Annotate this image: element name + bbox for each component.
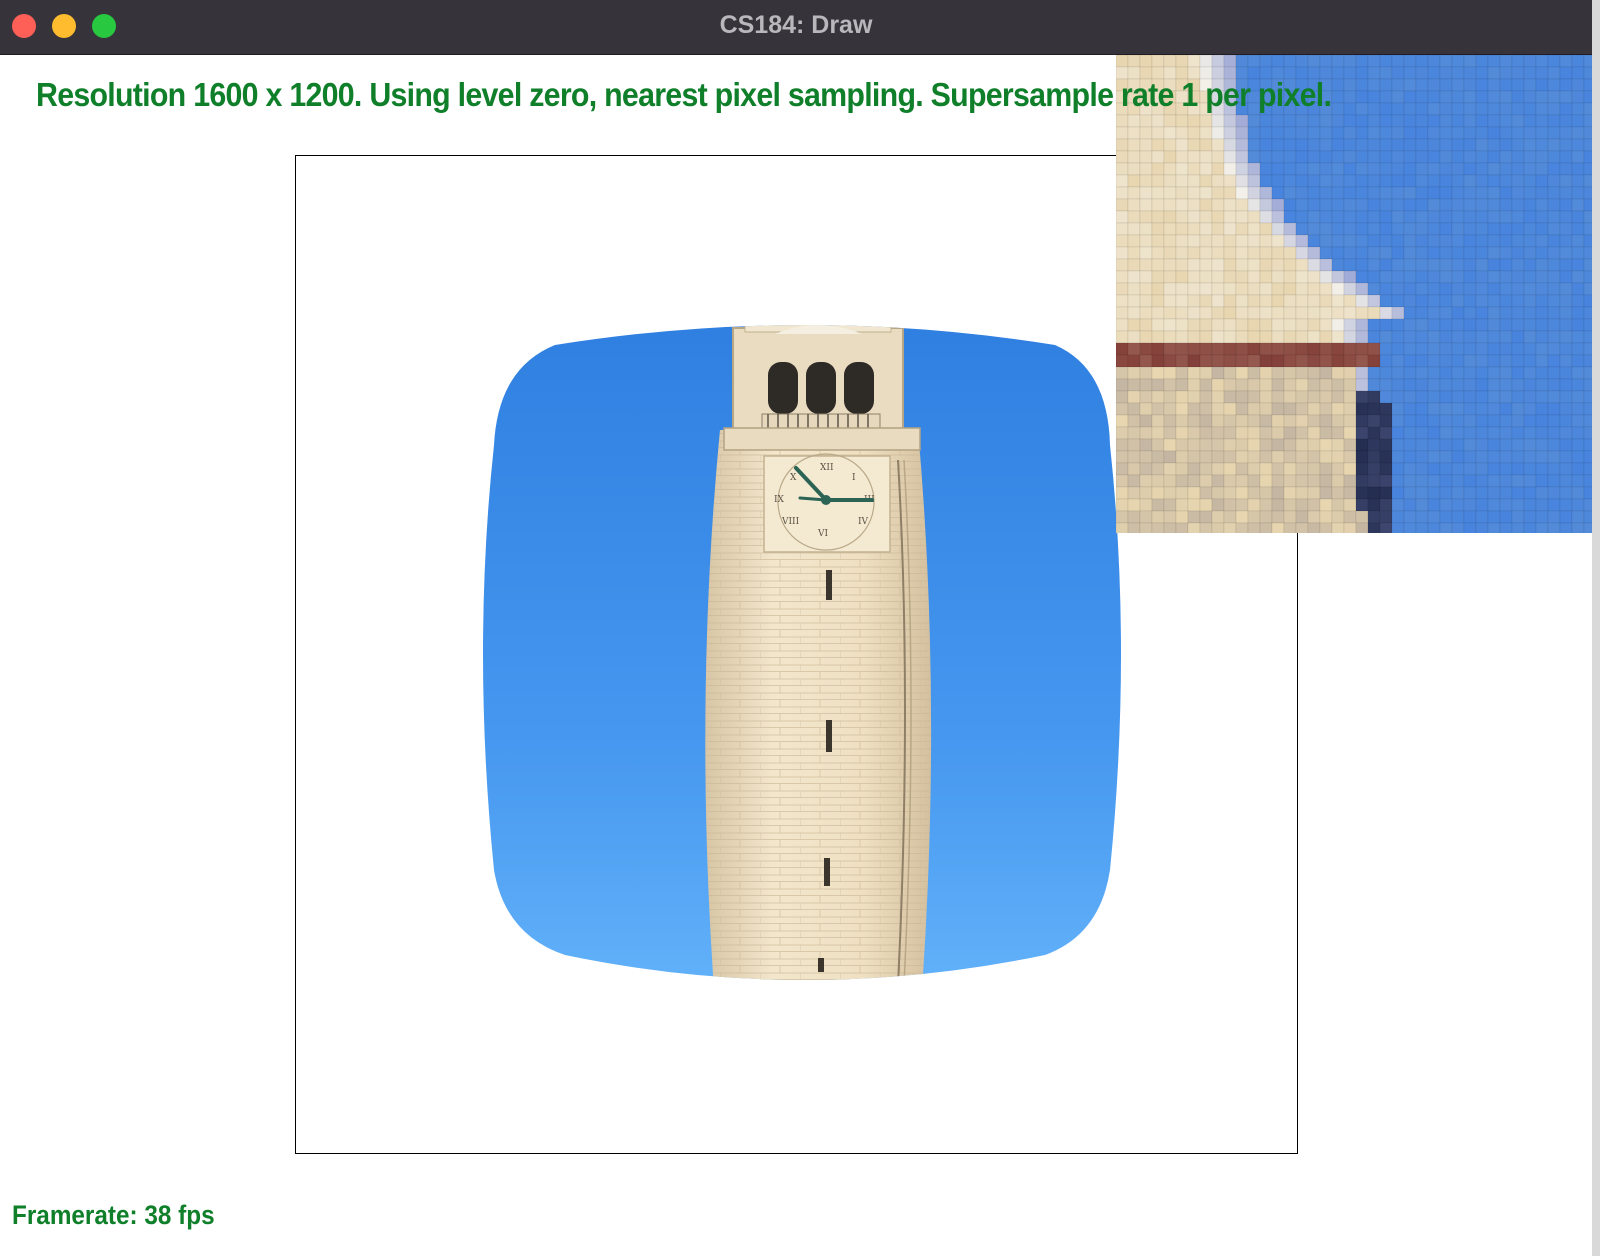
app-window: CS184: Draw XII I X IX VIII VI IV Resolu… [0, 0, 1592, 1256]
svg-text:IV: IV [858, 517, 869, 527]
warped-image: XII I III X IX VIII VI IV [483, 325, 1121, 980]
svg-text:IX: IX [774, 495, 785, 505]
svg-text:XII: XII [820, 463, 834, 473]
pixel-inspector-zoom[interactable] [1116, 55, 1592, 533]
svg-text:X: X [790, 473, 797, 483]
window-edge [1592, 0, 1600, 1256]
framerate-text: Framerate: 38 fps [12, 1200, 215, 1230]
svg-text:VI: VI [817, 529, 828, 539]
svg-text:VIII: VIII [781, 517, 800, 527]
svg-text:I: I [852, 473, 856, 483]
render-info-text: Resolution 1600 x 1200. Using level zero… [36, 76, 1332, 113]
